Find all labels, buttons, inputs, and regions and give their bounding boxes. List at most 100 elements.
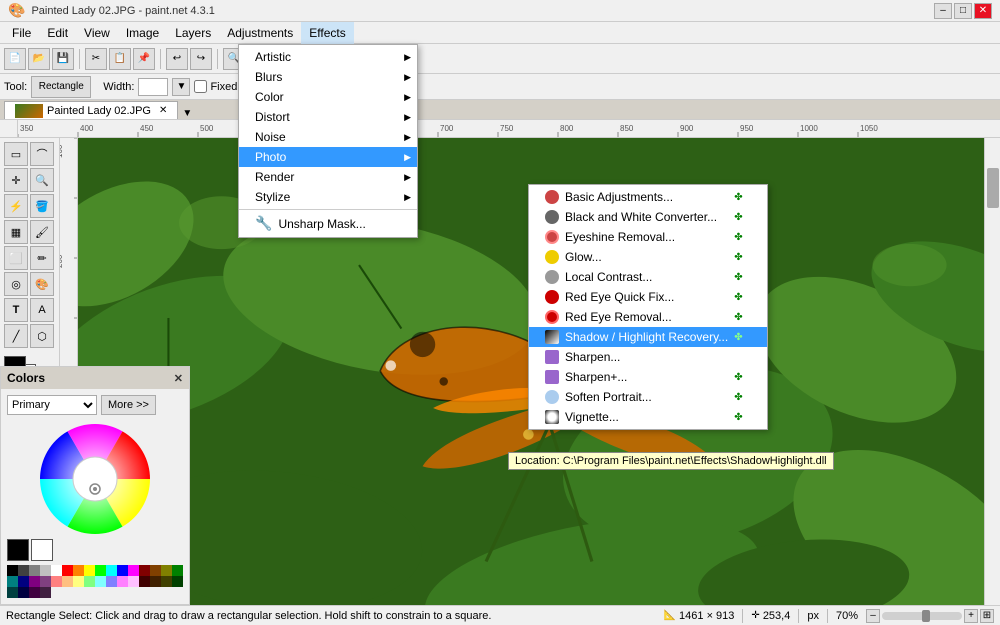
menu-item-basic-adjustments[interactable]: Basic Adjustments... ✤ <box>529 187 767 207</box>
fixed-ratio-checkbox[interactable] <box>194 80 207 93</box>
color-swatch[interactable] <box>51 576 62 587</box>
tool-selector[interactable]: Rectangle <box>31 76 91 98</box>
color-swatch[interactable] <box>62 576 73 587</box>
width-dropdown[interactable]: ▼ <box>172 78 190 96</box>
menu-item-blurs[interactable]: Blurs <box>239 67 417 87</box>
new-button[interactable]: 📄 <box>4 48 26 70</box>
zoom-in-status-button[interactable]: + <box>964 609 978 623</box>
menu-image[interactable]: Image <box>118 22 167 44</box>
color-swatch[interactable] <box>95 576 106 587</box>
copy-button[interactable]: 📋 <box>109 48 131 70</box>
menu-item-noise[interactable]: Noise <box>239 127 417 147</box>
color-swatch[interactable] <box>73 565 84 576</box>
vertical-scrollbar[interactable] <box>984 138 1000 609</box>
minimize-button[interactable]: – <box>934 3 952 19</box>
tab-close-icon[interactable]: ✕ <box>159 105 167 116</box>
color-swatch[interactable] <box>172 565 183 576</box>
color-swatch[interactable] <box>40 565 51 576</box>
color-swatch[interactable] <box>84 576 95 587</box>
tool-recolor[interactable]: 🎨 <box>30 272 54 296</box>
menu-item-shadow-highlight[interactable]: Shadow / Highlight Recovery... ✤ <box>529 327 767 347</box>
tool-paint-bucket[interactable]: 🪣 <box>30 194 54 218</box>
v-scroll-thumb[interactable] <box>987 168 999 208</box>
color-swatch[interactable] <box>106 565 117 576</box>
zoom-out-status-button[interactable]: – <box>866 609 880 623</box>
color-swatch[interactable] <box>40 587 51 598</box>
menu-item-red-eye-quick[interactable]: Red Eye Quick Fix... ✤ <box>529 287 767 307</box>
color-swatch[interactable] <box>40 576 51 587</box>
color-swatch[interactable] <box>7 576 18 587</box>
menu-view[interactable]: View <box>76 22 118 44</box>
color-swatch[interactable] <box>139 576 150 587</box>
tool-move[interactable]: ✛ <box>4 168 28 192</box>
maximize-button[interactable]: □ <box>954 3 972 19</box>
menu-edit[interactable]: Edit <box>39 22 76 44</box>
tab-dropdown-button[interactable]: ▼ <box>182 108 192 119</box>
menu-item-glow[interactable]: Glow... ✤ <box>529 247 767 267</box>
menu-item-soften-portrait[interactable]: Soften Portrait... ✤ <box>529 387 767 407</box>
black-swatch[interactable] <box>7 539 29 561</box>
white-swatch[interactable] <box>31 539 53 561</box>
paste-button[interactable]: 📌 <box>133 48 155 70</box>
menu-effects[interactable]: Effects <box>301 22 353 44</box>
tool-shape2[interactable]: ⬡ <box>30 324 54 348</box>
color-swatch[interactable] <box>18 587 29 598</box>
menu-item-red-eye-removal[interactable]: Red Eye Removal... ✤ <box>529 307 767 327</box>
color-swatch[interactable] <box>29 587 40 598</box>
cut-button[interactable]: ✂ <box>85 48 107 70</box>
tool-magic-wand[interactable]: ⚡ <box>4 194 28 218</box>
menu-item-photo[interactable]: Photo <box>239 147 417 167</box>
color-swatch[interactable] <box>139 565 150 576</box>
menu-adjustments[interactable]: Adjustments <box>219 22 301 44</box>
color-swatch[interactable] <box>106 576 117 587</box>
tool-clone[interactable]: ◎ <box>4 272 28 296</box>
more-colors-button[interactable]: More >> <box>101 395 156 415</box>
width-input[interactable]: 10 <box>138 78 168 96</box>
menu-item-local-contrast[interactable]: Local Contrast... ✤ <box>529 267 767 287</box>
menu-item-vignette[interactable]: Vignette... ✤ <box>529 407 767 427</box>
tool-text[interactable]: T <box>4 298 28 322</box>
save-button[interactable]: 💾 <box>52 48 74 70</box>
color-swatch[interactable] <box>161 576 172 587</box>
color-swatch[interactable] <box>51 565 62 576</box>
color-swatch[interactable] <box>128 576 139 587</box>
redo-button[interactable]: ↪ <box>190 48 212 70</box>
menu-item-distort[interactable]: Distort <box>239 107 417 127</box>
color-swatch[interactable] <box>7 565 18 576</box>
tool-line[interactable]: ╱ <box>4 324 28 348</box>
menu-item-sharpenplus[interactable]: Sharpen+... ✤ <box>529 367 767 387</box>
tool-lasso[interactable]: ⌒ <box>30 142 54 166</box>
menu-file[interactable]: File <box>4 22 39 44</box>
tool-gradient[interactable]: ▦ <box>4 220 28 244</box>
fit-window-button[interactable]: ⊞ <box>980 609 994 623</box>
menu-item-artistic[interactable]: Artistic <box>239 47 417 67</box>
zoom-slider[interactable] <box>882 612 962 620</box>
color-swatch[interactable] <box>62 565 73 576</box>
tool-eraser[interactable]: ⬜ <box>4 246 28 270</box>
menu-item-bw-converter[interactable]: Black and White Converter... ✤ <box>529 207 767 227</box>
color-swatch[interactable] <box>172 576 183 587</box>
tab-painted-lady[interactable]: Painted Lady 02.JPG ✕ <box>4 101 178 119</box>
color-swatch[interactable] <box>7 587 18 598</box>
color-swatch[interactable] <box>150 576 161 587</box>
menu-item-unsharp-mask[interactable]: 🔧 Unsharp Mask... <box>239 212 417 235</box>
color-swatch[interactable] <box>18 565 29 576</box>
close-button[interactable]: ✕ <box>974 3 992 19</box>
color-swatch[interactable] <box>29 576 40 587</box>
color-swatch[interactable] <box>128 565 139 576</box>
undo-button[interactable]: ↩ <box>166 48 188 70</box>
tool-paintbrush[interactable]: 🖌 <box>30 220 54 244</box>
menu-item-sharpen[interactable]: Sharpen... <box>529 347 767 367</box>
color-wheel[interactable] <box>35 419 155 539</box>
tool-rectangle-select[interactable]: ▭ <box>4 142 28 166</box>
color-mode-select[interactable]: Primary Secondary <box>7 395 97 415</box>
color-swatch[interactable] <box>95 565 106 576</box>
colors-close-button[interactable]: ✕ <box>174 372 183 385</box>
color-swatch[interactable] <box>117 565 128 576</box>
open-button[interactable]: 📂 <box>28 48 50 70</box>
tool-pencil[interactable]: ✏ <box>30 246 54 270</box>
color-swatch[interactable] <box>29 565 40 576</box>
menu-item-eyeshine-removal[interactable]: Eyeshine Removal... ✤ <box>529 227 767 247</box>
color-swatch[interactable] <box>161 565 172 576</box>
tool-zoom[interactable]: 🔍 <box>30 168 54 192</box>
